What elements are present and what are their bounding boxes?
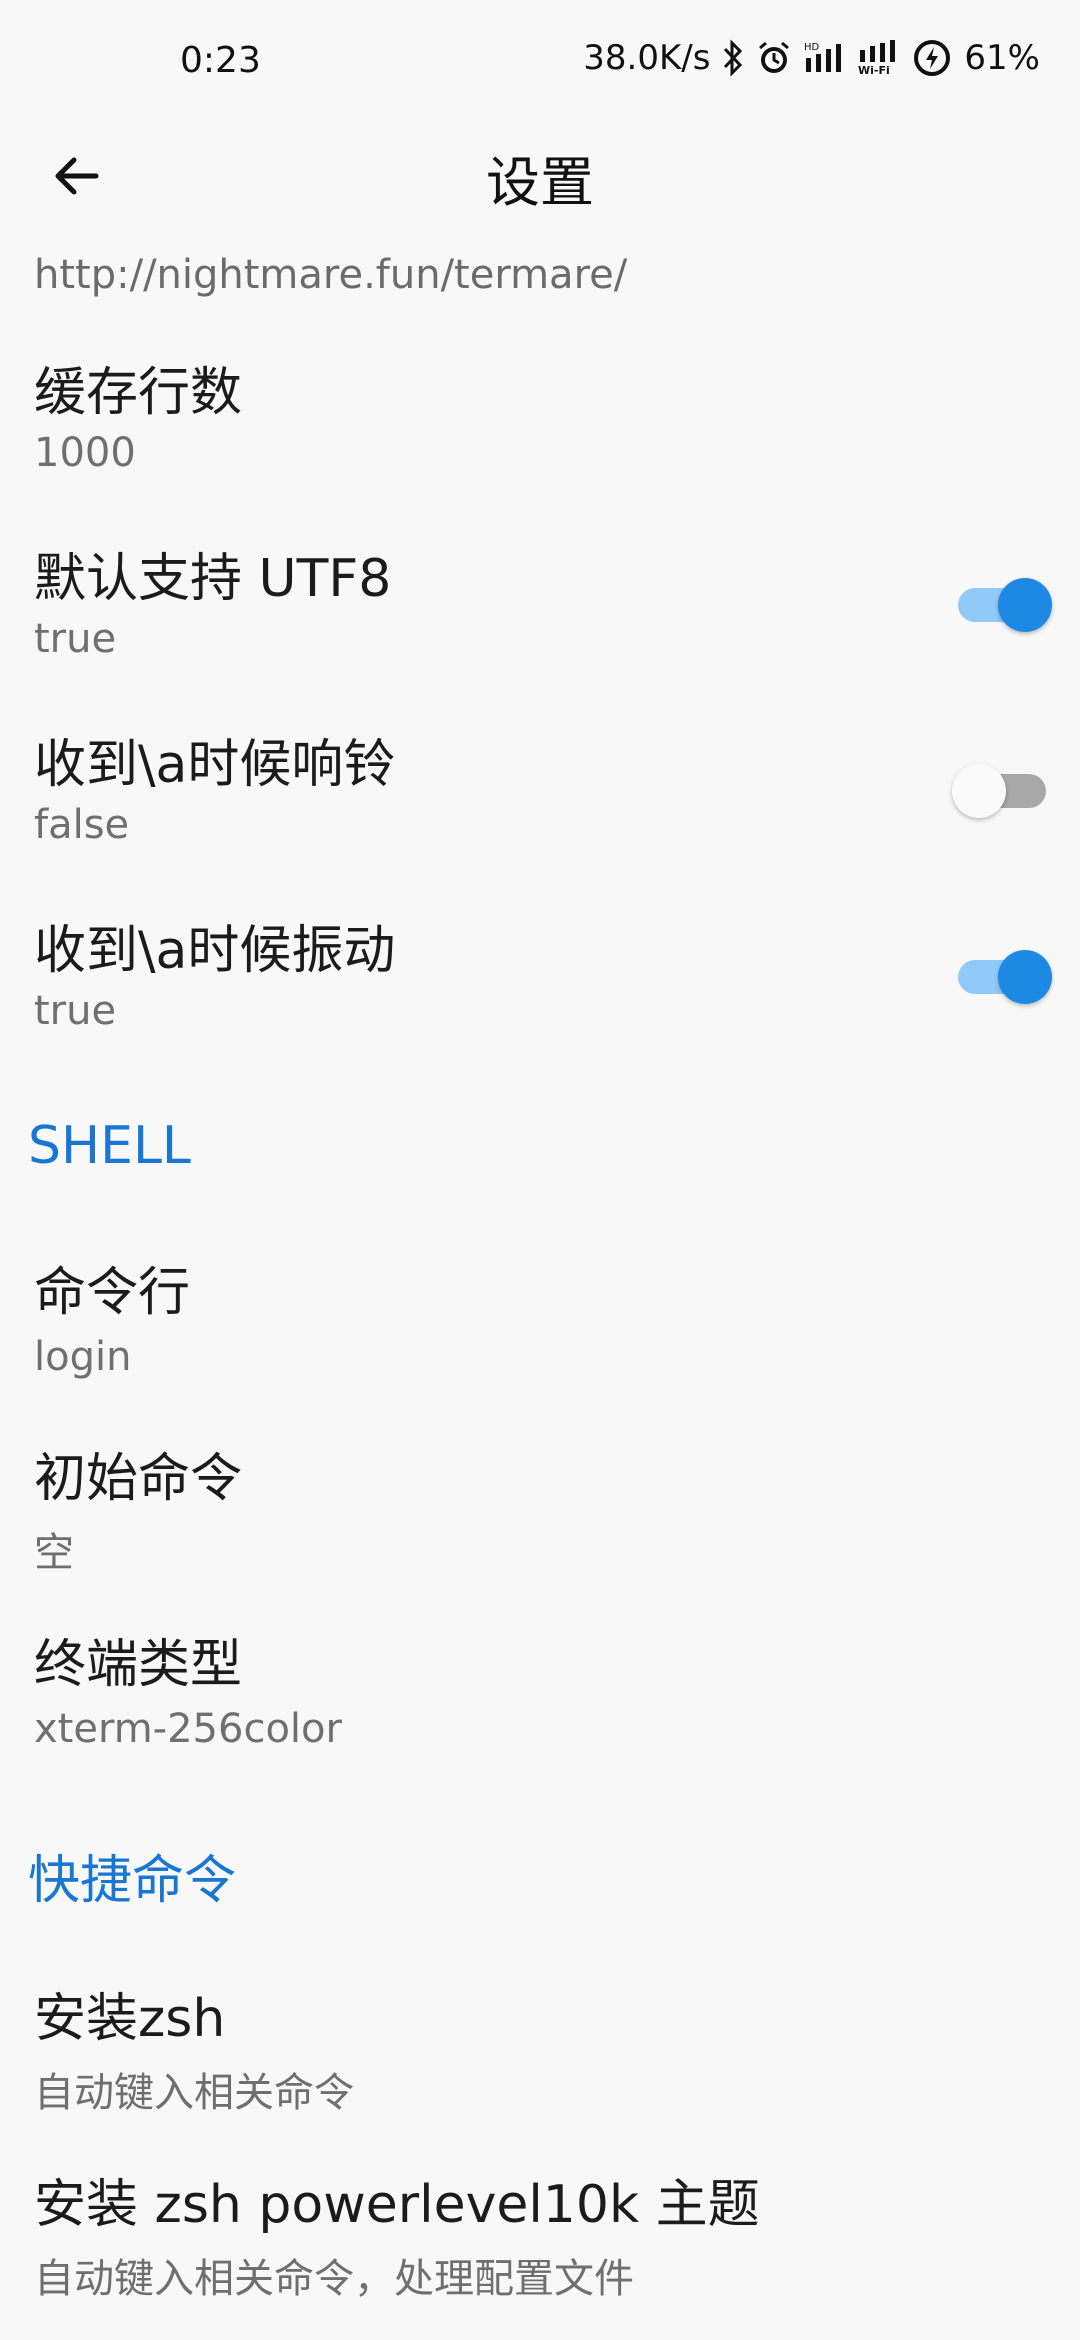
setting-description: 自动键入相关命令，处理配置文件 <box>34 2256 634 2302</box>
setting-title: 缓存行数 <box>34 363 243 423</box>
svg-text:Wi-Fi: Wi-Fi <box>858 64 890 76</box>
bell-toggle[interactable] <box>952 758 1052 818</box>
setting-vibrate[interactable]: 收到\a时候振动 true <box>0 908 1080 1078</box>
utf8-toggle[interactable] <box>952 572 1052 632</box>
setting-value: xterm-256color <box>34 1706 342 1752</box>
setting-value: false <box>34 802 130 848</box>
battery-charging-icon <box>912 38 952 78</box>
quick-install-powerlevel10k[interactable]: 安装 zsh powerlevel10k 主题 自动键入相关命令，处理配置文件 <box>0 2162 1080 2322</box>
page-title: 设置 <box>486 151 594 214</box>
setting-title: 收到\a时候响铃 <box>34 735 396 795</box>
setting-value: true <box>34 616 117 662</box>
setting-title: 默认支持 UTF8 <box>34 549 392 609</box>
setting-title: 命令行 <box>34 1263 191 1323</box>
status-bar: 0:23 38.0K/s HD Wi-Fi 61% <box>0 0 1080 120</box>
setting-description: 自动键入相关命令 <box>34 2070 354 2116</box>
signal-icon: HD <box>804 38 846 78</box>
setting-title: 终端类型 <box>34 1635 243 1695</box>
setting-value: 空 <box>34 1530 74 1576</box>
setting-title: 安装 zsh powerlevel10k 主题 <box>34 2175 760 2235</box>
setting-title: 收到\a时候振动 <box>34 921 396 981</box>
setting-command-line[interactable]: 命令行 login <box>0 1250 1080 1410</box>
status-time: 0:23 <box>180 40 261 81</box>
alarm-icon <box>756 38 792 78</box>
quick-install-zsh[interactable]: 安装zsh 自动键入相关命令 <box>0 1976 1080 2136</box>
setting-initial-command[interactable]: 初始命令 空 <box>0 1436 1080 1596</box>
setting-bell[interactable]: 收到\a时候响铃 false <box>0 722 1080 892</box>
toggle-thumb <box>998 950 1052 1004</box>
section-header-shell: SHELL <box>28 1116 191 1176</box>
setting-value: login <box>34 1334 132 1380</box>
wifi-icon: Wi-Fi <box>858 38 900 78</box>
setting-cache-lines[interactable]: 缓存行数 1000 <box>0 350 1080 520</box>
net-speed: 38.0K/s <box>583 38 711 78</box>
setting-utf8[interactable]: 默认支持 UTF8 true <box>0 536 1080 706</box>
section-header-quick-commands: 快捷命令 <box>28 1851 237 1911</box>
setting-value: 1000 <box>34 430 136 476</box>
setting-terminal-type[interactable]: 终端类型 xterm-256color <box>0 1622 1080 1782</box>
setting-value: true <box>34 988 117 1034</box>
setting-title: 安装zsh <box>34 1989 226 2049</box>
status-icons: 38.0K/s HD Wi-Fi 61% <box>583 38 1040 78</box>
vibrate-toggle[interactable] <box>952 944 1052 1004</box>
setting-title: 初始命令 <box>34 1449 243 1509</box>
app-bar: 设置 <box>0 120 1080 220</box>
toggle-thumb <box>998 578 1052 632</box>
battery-level: 61% <box>964 38 1040 78</box>
svg-text:HD: HD <box>804 42 820 53</box>
bluetooth-icon <box>722 38 744 78</box>
url-text[interactable]: http://nightmare.fun/termare/ <box>34 252 627 298</box>
toggle-thumb <box>952 764 1006 818</box>
